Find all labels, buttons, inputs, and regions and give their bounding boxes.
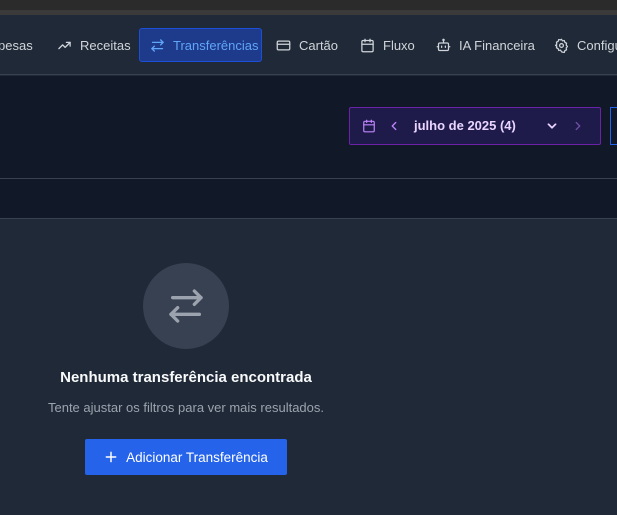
- filter-bar: [0, 179, 617, 219]
- nav-item-label: Transferências: [173, 37, 259, 53]
- robot-icon: [436, 38, 451, 51]
- nav-item-ia-financeira[interactable]: IA Financeira: [426, 28, 545, 62]
- credit-card-icon: [276, 40, 291, 50]
- nav-item-despesas[interactable]: pesas: [0, 28, 43, 62]
- gear-icon: [554, 38, 569, 53]
- nav-item-configuracoes[interactable]: Configu: [544, 28, 617, 62]
- chevron-left-icon[interactable]: [387, 119, 401, 133]
- calendar-icon: [361, 38, 374, 52]
- header-action-button[interactable]: [610, 107, 617, 145]
- chevron-down-icon[interactable]: [545, 119, 559, 133]
- calendar-icon: [363, 119, 375, 133]
- nav-item-label: Configu: [577, 37, 617, 53]
- chevron-right-icon[interactable]: [571, 119, 585, 133]
- trending-up-icon: [58, 41, 71, 49]
- nav-item-label: Receitas: [80, 37, 131, 53]
- empty-state-subtitle: Tente ajustar os filtros para ver mais r…: [47, 400, 324, 415]
- nav-item-transferencias[interactable]: Transferências: [139, 28, 262, 62]
- nav-item-label: pesas: [0, 37, 33, 53]
- main-nav: pesas Receitas Transferências Cartão Flu…: [0, 15, 617, 75]
- add-transfer-button-label: Adicionar Transferência: [126, 449, 268, 465]
- nav-item-receitas[interactable]: Receitas: [47, 28, 141, 62]
- empty-state-icon: [143, 263, 229, 349]
- month-picker-label: julho de 2025 (4): [414, 118, 516, 133]
- nav-item-label: Cartão: [299, 37, 339, 53]
- nav-item-fluxo[interactable]: Fluxo: [350, 28, 425, 62]
- add-transfer-button[interactable]: Adicionar Transferência: [85, 439, 287, 475]
- transfer-arrows-icon: [169, 289, 203, 323]
- nav-item-label: IA Financeira: [459, 37, 535, 53]
- nav-item-cartao[interactable]: Cartão: [266, 28, 348, 62]
- month-picker[interactable]: julho de 2025 (4): [349, 107, 601, 145]
- nav-item-label: Fluxo: [383, 37, 415, 53]
- plus-icon: [105, 451, 117, 463]
- empty-state-title: Nenhuma transferência encontrada: [60, 369, 312, 386]
- transfer-arrows-icon: [151, 38, 164, 52]
